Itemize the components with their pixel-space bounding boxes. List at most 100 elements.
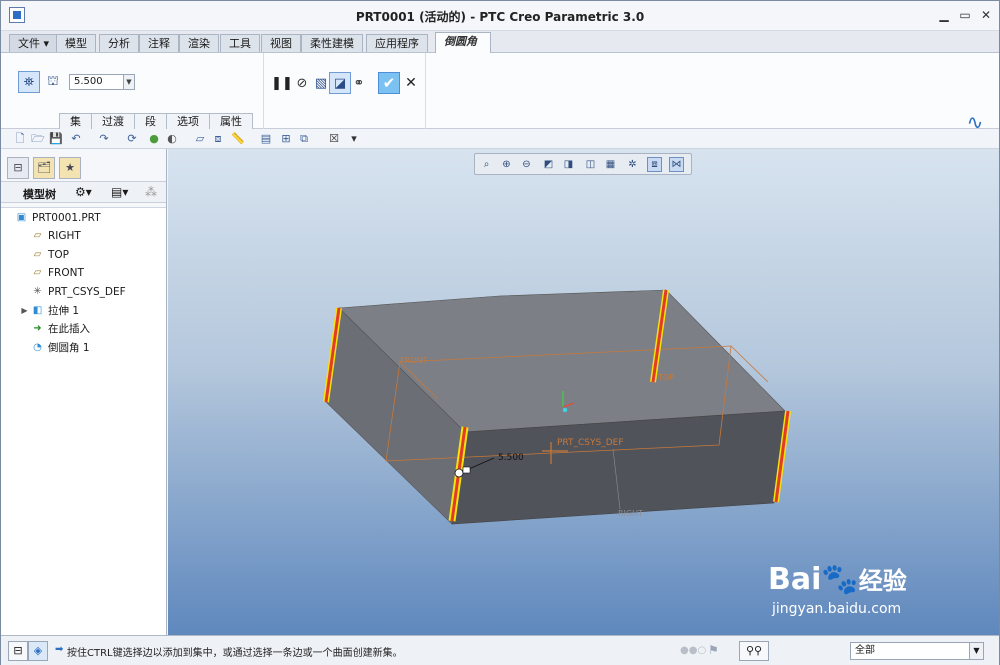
pause-icon[interactable]: ❚❚ [271,72,293,94]
glasses-icon[interactable]: ⚭ [348,72,370,94]
radius-dimension-label[interactable]: 5.500 [498,453,524,463]
graphics-viewport[interactable]: ⌕ ⊕ ⊖ ◩ ◨ ◫ ▦ ✲ ⧈ ⋈ 5.500 PRT_CSYS_DEF F… [168,149,999,635]
full-round-icon[interactable]: ⛫ [42,71,64,93]
subtab-segments[interactable]: 段 [134,113,167,129]
constant-round-icon[interactable]: ⛯ [18,71,40,93]
folder-browser-tab-icon[interactable]: 🗂 [33,157,55,179]
dimension-icon[interactable]: ⧈ [211,132,225,146]
tree-node-top[interactable]: ▱ TOP [1,246,166,264]
redo-icon[interactable]: ↷ [97,132,111,146]
model-tree-header: 模型树 ⚙▾ ▤▾ ⁂ [1,181,166,203]
watermark-brand2: 经验 [858,567,907,595]
browser-icon[interactable]: ◈ [28,641,48,661]
datum-plane-icon: ▱ [33,230,42,241]
close-window-icon[interactable]: ☒ [327,132,341,146]
chevron-down-icon[interactable]: ▼ [123,75,134,89]
tab-analysis[interactable]: 分析 [99,34,139,52]
find-binoculars-icon[interactable]: ⚲⚲ [739,641,769,661]
favorites-tab-icon[interactable]: ★ [59,157,81,179]
model-tree-tab-icon[interactable]: ⊟ [7,157,29,179]
round-control-group: ❚❚ ⊘ ▧ ◪ ⚭ ✔ ✕ [264,53,426,129]
subtab-sets[interactable]: 集 [59,113,92,129]
toggle-navigator-icon[interactable]: ⊟ [8,641,28,661]
tab-flexible-modeling[interactable]: 柔性建模 [301,34,363,52]
tab-render[interactable]: 渲染 [179,34,219,52]
tree-node-label: TOP [48,249,70,261]
navigator-panel: ⊟ 🗂 ★ 模型树 ⚙▾ ▤▾ ⁂ ▣ PRT0001.PRT ▱ RIGHT … [1,149,167,635]
round-subtabs: 集 过渡 段 选项 属性 [59,113,253,129]
round-radius-input[interactable]: 5.500 ▼ [69,74,135,90]
tab-view[interactable]: 视图 [261,34,301,52]
subtab-options[interactable]: 选项 [166,113,210,129]
render-icon[interactable]: ▤ [259,132,273,146]
tree-node-front[interactable]: ▱ FRONT [1,264,166,282]
selection-filter-select[interactable]: 全部 ▼ [850,642,984,660]
close-button[interactable]: ✕ [977,6,995,24]
round-radius-value: 5.500 [74,76,103,87]
tab-model[interactable]: 模型 [56,34,96,52]
subtab-transitions[interactable]: 过渡 [91,113,135,129]
open-file-icon[interactable]: 🗁 [31,132,45,146]
ok-check-icon[interactable]: ✔ [378,72,400,94]
expand-arrow-icon[interactable]: ▶ [18,304,31,317]
saved-views-icon[interactable]: ▱ [193,132,207,146]
tree-node-label: 拉伸 1 [48,305,80,317]
tree-node-csys[interactable]: ✳ PRT_CSYS_DEF [1,283,166,301]
cancel-x-icon[interactable]: ✕ [404,73,418,93]
right-plane-label: RIGHT [618,509,644,518]
csys-label: PRT_CSYS_DEF [557,438,624,448]
tree-node-round[interactable]: ◔ 倒圆角 1 [1,339,166,357]
show-columns-icon[interactable]: ▤▾ [111,185,128,199]
drag-handle-square[interactable] [462,466,471,474]
datum-plane-icon: ▱ [33,249,42,260]
model-tree-title: 模型树 [23,188,56,201]
maximize-button[interactable]: ▭ [956,6,974,24]
subtab-properties[interactable]: 属性 [209,113,253,129]
extrude-icon: ◧ [32,305,43,316]
top-plane-label: TOP [658,373,675,382]
undo-icon[interactable]: ↶ [69,132,83,146]
tab-applications[interactable]: 应用程序 [366,34,428,52]
tab-round[interactable]: 倒圆角 [435,32,491,53]
datum-plane-icon: ▱ [33,267,42,278]
tab-annotate[interactable]: 注释 [139,34,179,52]
drag-handle[interactable] [454,468,464,478]
quick-access-toolbar: 🗋 🗁 💾 ↶ ↷ ⟳ ● ◐ ▱ ⧈ 📏 ▤ ⊞ ⧉ ☒ ▾ [1,129,999,149]
tree-node-extrude[interactable]: ▶ ◧ 拉伸 1 [1,302,166,320]
windows-icon[interactable]: ⧉ [297,132,311,146]
tab-file[interactable]: 文件 ▾ [9,34,59,52]
chevron-down-icon[interactable]: ▼ [969,643,983,659]
tab-file-label: 文件 [18,37,40,50]
watermark-brand: Bai [768,562,822,597]
progress-dots: ●●○ [680,645,707,656]
window-title: PRT0001 (活动的) - PTC Creo Parametric 3.0 [355,10,645,24]
part-icon: ▣ [16,212,27,223]
measure-icon[interactable]: 📏 [231,132,245,146]
tree-node-part[interactable]: ▣ PRT0001.PRT [1,209,166,227]
paw-icon: 🐾 [821,562,859,597]
tree-node-right[interactable]: ▱ RIGHT [1,227,166,245]
minimize-button[interactable]: ▁ [935,6,953,24]
display-style-icon[interactable]: ◐ [165,132,179,146]
coordinate-system-icon: ✳ [33,286,42,297]
status-bar: ⊟ ◈ ➡ 按住CTRL键选择边以添加到集中，或通过选择一条边或一个曲面创建新集… [1,635,999,665]
relations-icon[interactable]: ⊞ [279,132,293,146]
tab-tools[interactable]: 工具 [220,34,260,52]
new-file-icon[interactable]: 🗋 [13,132,27,146]
tree-node-label: PRT0001.PRT [32,212,101,224]
app-window: PRT0001 (活动的) - PTC Creo Parametric 3.0 … [0,0,1000,665]
appearance-icon[interactable]: ● [147,132,161,146]
tree-node-label: FRONT [48,267,84,279]
tree-settings-icon[interactable]: ⚙▾ [75,185,92,199]
round-feature-icon: ◔ [33,342,42,353]
tree-node-label: 在此插入 [48,323,90,335]
regenerate-icon[interactable]: ⟳ [125,132,139,146]
z-axis-point [562,407,568,413]
customize-toolbar-icon[interactable]: ▾ [347,132,361,146]
tree-node-label: 倒圆角 1 [48,342,90,354]
tree-filter-icon[interactable]: ⁂ [145,185,157,199]
tree-node-insert-here[interactable]: ➜ 在此插入 [1,320,166,338]
flag-icon[interactable]: ⚑ [708,643,719,657]
save-icon[interactable]: 💾 [49,132,63,146]
watermark-url: jingyan.baidu.com [772,601,902,617]
